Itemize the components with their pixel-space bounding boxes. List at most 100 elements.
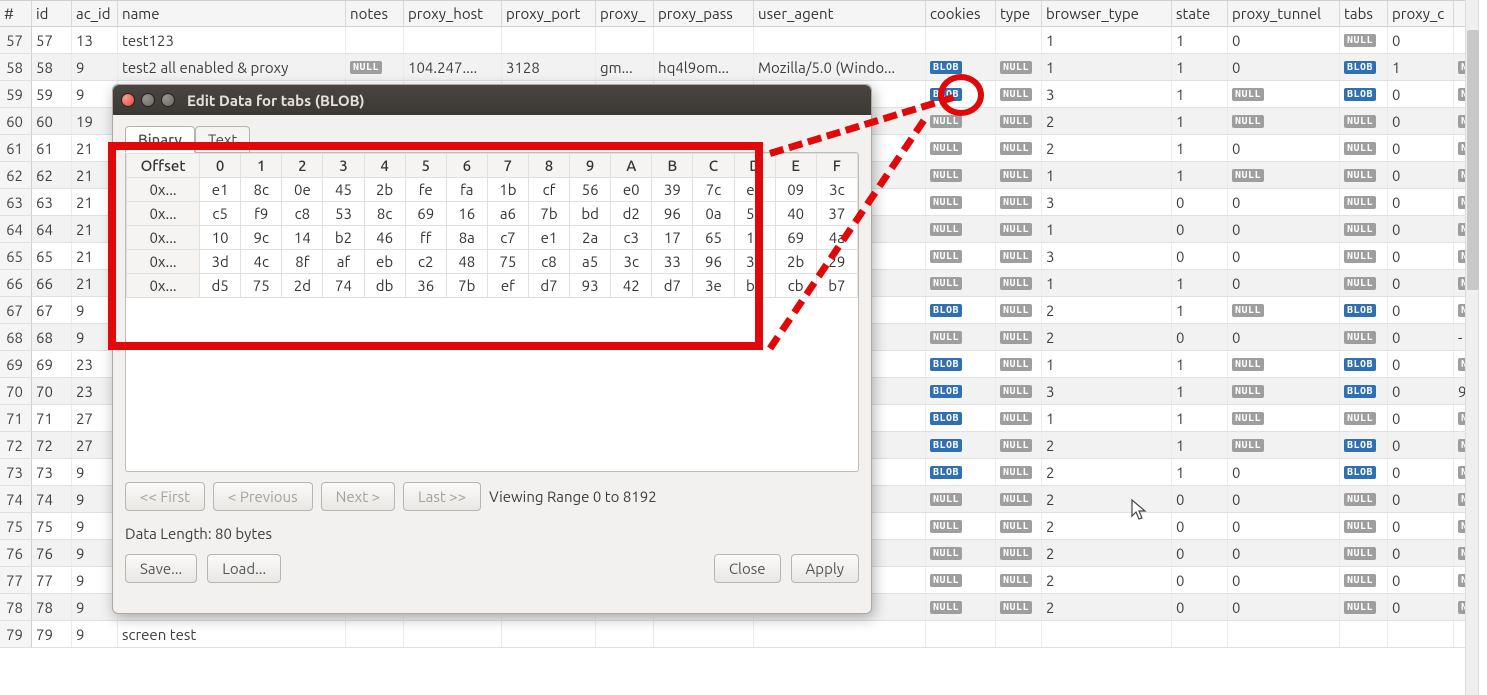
hex-byte-cell[interactable]: 3d	[200, 250, 241, 274]
cell-proxy_tunnel[interactable]: 0	[1228, 216, 1340, 242]
cell-type[interactable]: NULL	[996, 459, 1042, 485]
hex-byte-cell[interactable]: 09	[775, 178, 816, 202]
load-button[interactable]: Load...	[207, 554, 281, 583]
cell-id[interactable]: 59	[32, 81, 72, 107]
cell-tabs[interactable]: BLOB	[1340, 459, 1388, 485]
hex-byte-cell[interactable]: b9	[734, 274, 775, 298]
hex-byte-cell[interactable]: 13	[734, 226, 775, 250]
cell-state[interactable]: 1	[1172, 81, 1228, 107]
cell-state[interactable]: 0	[1172, 216, 1228, 242]
cell-id[interactable]: 61	[32, 135, 72, 161]
cell-type[interactable]: NULL	[996, 189, 1042, 215]
hex-byte-cell[interactable]: 8f	[282, 250, 323, 274]
cell-proxy_port[interactable]: 3128	[502, 54, 596, 80]
hex-byte-cell[interactable]: 96	[693, 250, 734, 274]
cell-proxy_user[interactable]	[596, 27, 654, 53]
cell-proxy_tunnel[interactable]: 0	[1228, 567, 1340, 593]
cell-browser_type[interactable]: 2	[1042, 135, 1172, 161]
next-button[interactable]: Next >	[321, 482, 395, 511]
hex-byte-cell[interactable]: e1	[200, 178, 241, 202]
hex-byte-cell[interactable]: 38	[734, 250, 775, 274]
cell-proxy_c[interactable]: 0	[1388, 324, 1454, 350]
cell-browser_type[interactable]: 2	[1042, 540, 1172, 566]
window-minimize-icon[interactable]	[141, 93, 155, 107]
hex-byte-cell[interactable]: d2	[611, 202, 652, 226]
column-header-cookies[interactable]: cookies	[926, 1, 996, 26]
cell-type[interactable]: NULL	[996, 108, 1042, 134]
column-header-proxy_tunnel[interactable]: proxy_tunnel	[1228, 1, 1340, 26]
cell-type[interactable]: NULL	[996, 135, 1042, 161]
tab-text[interactable]: Text	[195, 126, 250, 153]
cell-type[interactable]: NULL	[996, 162, 1042, 188]
cell-cookies[interactable]: NULL	[926, 324, 996, 350]
hex-byte-cell[interactable]: ff	[405, 226, 446, 250]
cell-type[interactable]: NULL	[996, 567, 1042, 593]
window-close-icon[interactable]	[121, 93, 135, 107]
cell-cookies[interactable]: BLOB	[926, 378, 996, 404]
cell-proxy_tunnel[interactable]: NULL	[1228, 108, 1340, 134]
hex-byte-cell[interactable]: c2	[405, 250, 446, 274]
cell-id[interactable]: 79	[32, 621, 72, 647]
hex-byte-cell[interactable]: d7	[528, 274, 569, 298]
cell-browser_type[interactable]: 2	[1042, 297, 1172, 323]
hex-byte-cell[interactable]: 0e	[282, 178, 323, 202]
column-header-type[interactable]: type	[996, 1, 1042, 26]
cell-id[interactable]: 78	[32, 594, 72, 620]
cell-id[interactable]: 62	[32, 162, 72, 188]
cell-ac_id[interactable]: 9	[72, 621, 118, 647]
cell-proxy_tunnel[interactable]: NULL	[1228, 81, 1340, 107]
tab-binary[interactable]: Binary	[125, 126, 195, 153]
cell-cookies[interactable]	[926, 27, 996, 53]
cell-user_agent[interactable]: Mozilla/5.0 (Windo...	[754, 54, 926, 80]
cell-notes[interactable]: NULL	[346, 54, 404, 80]
cell-browser_type[interactable]: 2	[1042, 594, 1172, 620]
hex-byte-cell[interactable]: e0	[611, 178, 652, 202]
cell-proxy_c[interactable]: 0	[1388, 243, 1454, 269]
cell-type[interactable]	[996, 27, 1042, 53]
cell-browser_type[interactable]: 1	[1042, 54, 1172, 80]
cell-type[interactable]: NULL	[996, 81, 1042, 107]
cell-type[interactable]: NULL	[996, 54, 1042, 80]
cell-type[interactable]: NULL	[996, 378, 1042, 404]
cell-proxy_c[interactable]: 0	[1388, 189, 1454, 215]
cell-state[interactable]: 1	[1172, 297, 1228, 323]
hex-byte-cell[interactable]: 7c	[693, 178, 734, 202]
cell-proxy_host[interactable]	[404, 621, 502, 647]
cell-type[interactable]: NULL	[996, 351, 1042, 377]
cell-id[interactable]: 76	[32, 540, 72, 566]
cell-browser_type[interactable]: 3	[1042, 243, 1172, 269]
cell-cookies[interactable]: BLOB	[926, 351, 996, 377]
cell-state[interactable]: 0	[1172, 567, 1228, 593]
cell-proxy_tunnel[interactable]: 0	[1228, 459, 1340, 485]
cell-proxy_tunnel[interactable]: 0	[1228, 270, 1340, 296]
column-header-rownum[interactable]: #	[0, 1, 32, 26]
cell-id[interactable]: 72	[32, 432, 72, 458]
column-header-name[interactable]: name	[118, 1, 346, 26]
column-header-ac_id[interactable]: ac_id	[72, 1, 118, 26]
cell-name[interactable]: screen test	[118, 621, 346, 647]
cell-browser_type[interactable]: 1	[1042, 405, 1172, 431]
cell-proxy_c[interactable]: 0	[1388, 378, 1454, 404]
hex-offset-cell[interactable]: 0x...	[127, 274, 200, 298]
hex-byte-cell[interactable]: 7b	[446, 274, 487, 298]
cell-state[interactable]	[1172, 621, 1228, 647]
cell-state[interactable]: 1	[1172, 270, 1228, 296]
cell-tabs[interactable]: NULL	[1340, 189, 1388, 215]
apply-button[interactable]: Apply	[791, 554, 859, 583]
cell-tabs[interactable]: NULL	[1340, 243, 1388, 269]
hex-byte-cell[interactable]: eb	[364, 250, 405, 274]
cell-cookies[interactable]: NULL	[926, 567, 996, 593]
hex-byte-cell[interactable]: db	[364, 274, 405, 298]
cell-proxy_c[interactable]: 0	[1388, 405, 1454, 431]
cell-proxy_user[interactable]	[596, 621, 654, 647]
hex-byte-cell[interactable]: 39	[652, 178, 693, 202]
hex-byte-cell[interactable]: fa	[446, 178, 487, 202]
hex-byte-cell[interactable]: 1b	[487, 178, 528, 202]
cell-cookies[interactable]: NULL	[926, 270, 996, 296]
column-header-proxy_host[interactable]: proxy_host	[404, 1, 502, 26]
cell-proxy_c[interactable]: 0	[1388, 270, 1454, 296]
last-button[interactable]: Last >>	[403, 482, 481, 511]
hex-byte-cell[interactable]: 36	[405, 274, 446, 298]
column-header-notes[interactable]: notes	[346, 1, 404, 26]
cell-cookies[interactable]: BLOB	[926, 459, 996, 485]
